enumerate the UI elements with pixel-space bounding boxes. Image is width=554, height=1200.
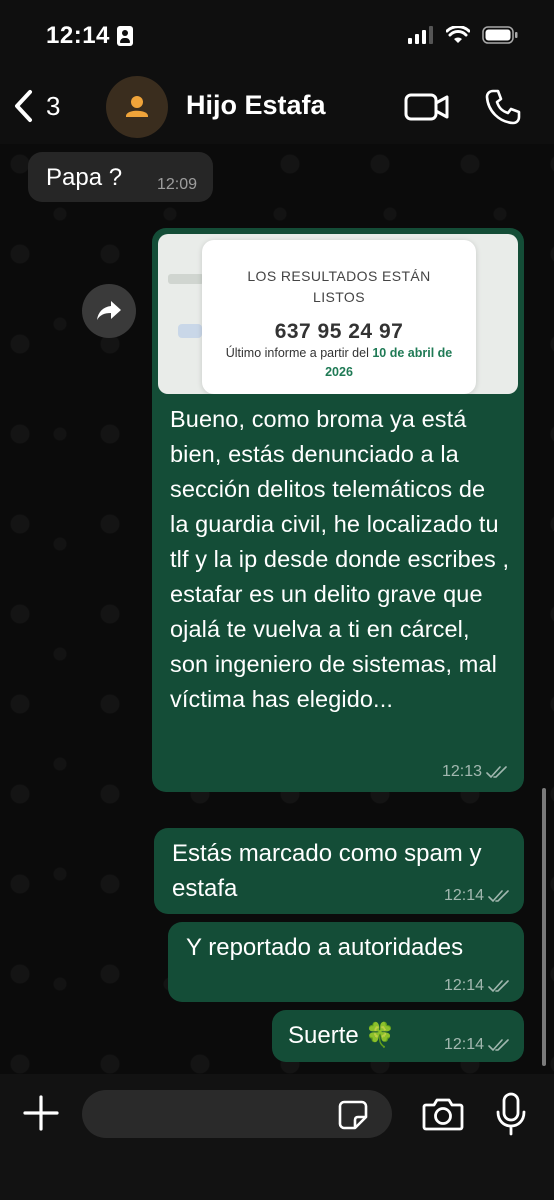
chat-header: 3 Hijo Estafa	[0, 72, 554, 144]
microphone-icon	[496, 1092, 526, 1136]
contact-name[interactable]: Hijo Estafa	[186, 90, 326, 121]
sticker-icon	[338, 1100, 368, 1130]
status-bar: 12:14	[0, 0, 554, 72]
voice-call-button[interactable]	[484, 88, 522, 131]
message-time: 12:09	[156, 176, 197, 193]
plus-icon	[23, 1095, 59, 1131]
scrollbar[interactable]	[542, 788, 546, 1066]
unread-count: 3	[46, 90, 61, 121]
camera-button[interactable]	[422, 1096, 464, 1137]
chevron-left-icon	[15, 90, 32, 122]
message-text: Papa ?	[46, 164, 123, 191]
camera-icon	[422, 1098, 464, 1131]
back-button[interactable]: 3	[10, 86, 60, 126]
wifi-icon	[446, 26, 470, 43]
preview-card: LOS RESULTADOS ESTÁN LISTOS 637 95 24 97…	[202, 240, 476, 394]
chat-area[interactable]: Papa ? 12:09 LOS RESULTADOS ESTÁN LISTOS…	[0, 144, 554, 1074]
message-outgoing[interactable]: Estás marcado como spam y estafa 12:14	[154, 828, 524, 914]
message-outgoing[interactable]: Suerte 🍀 12:14	[272, 1010, 524, 1062]
video-camera-icon	[404, 93, 449, 121]
forward-button[interactable]	[82, 284, 136, 338]
message-time: 12:13	[442, 762, 508, 782]
message-time: 12:14	[444, 886, 510, 906]
avatar[interactable]	[106, 76, 168, 138]
battery-icon	[482, 26, 518, 44]
status-icons	[408, 26, 518, 44]
message-outgoing[interactable]: LOS RESULTADOS ESTÁN LISTOS 637 95 24 97…	[152, 228, 524, 792]
preview-title: LOS RESULTADOS ESTÁN LISTOS	[247, 268, 431, 305]
double-check-icon	[486, 766, 507, 779]
preview-info: Último informe a partir del 10 de abril …	[225, 346, 453, 379]
video-call-button[interactable]	[404, 92, 450, 127]
message-text: Suerte 🍀	[288, 1022, 396, 1049]
microphone-button[interactable]	[494, 1092, 528, 1141]
preview-background	[168, 274, 204, 284]
double-check-icon	[488, 980, 509, 993]
link-preview[interactable]: LOS RESULTADOS ESTÁN LISTOS 637 95 24 97…	[158, 234, 518, 394]
contact-card-icon	[117, 26, 133, 46]
composer-bar	[0, 1074, 554, 1200]
message-incoming[interactable]: Papa ? 12:09	[28, 152, 213, 202]
forward-icon	[97, 301, 121, 320]
message-outgoing[interactable]: Y reportado a autoridades 12:14	[168, 922, 524, 1002]
message-text: Y reportado a autoridades	[186, 934, 464, 961]
status-time: 12:14	[46, 22, 110, 49]
message-time: 12:14	[444, 976, 510, 996]
person-icon	[126, 96, 148, 117]
signal-icon	[408, 26, 433, 44]
double-check-icon	[488, 1039, 509, 1052]
preview-background	[178, 324, 202, 338]
message-text: Bueno, como broma ya está bien, estás de…	[170, 406, 510, 712]
sticker-button[interactable]	[338, 1100, 368, 1135]
message-time: 12:14	[444, 1035, 510, 1055]
double-check-icon	[488, 890, 509, 903]
phone-icon	[485, 89, 521, 125]
attach-button[interactable]	[22, 1094, 60, 1137]
